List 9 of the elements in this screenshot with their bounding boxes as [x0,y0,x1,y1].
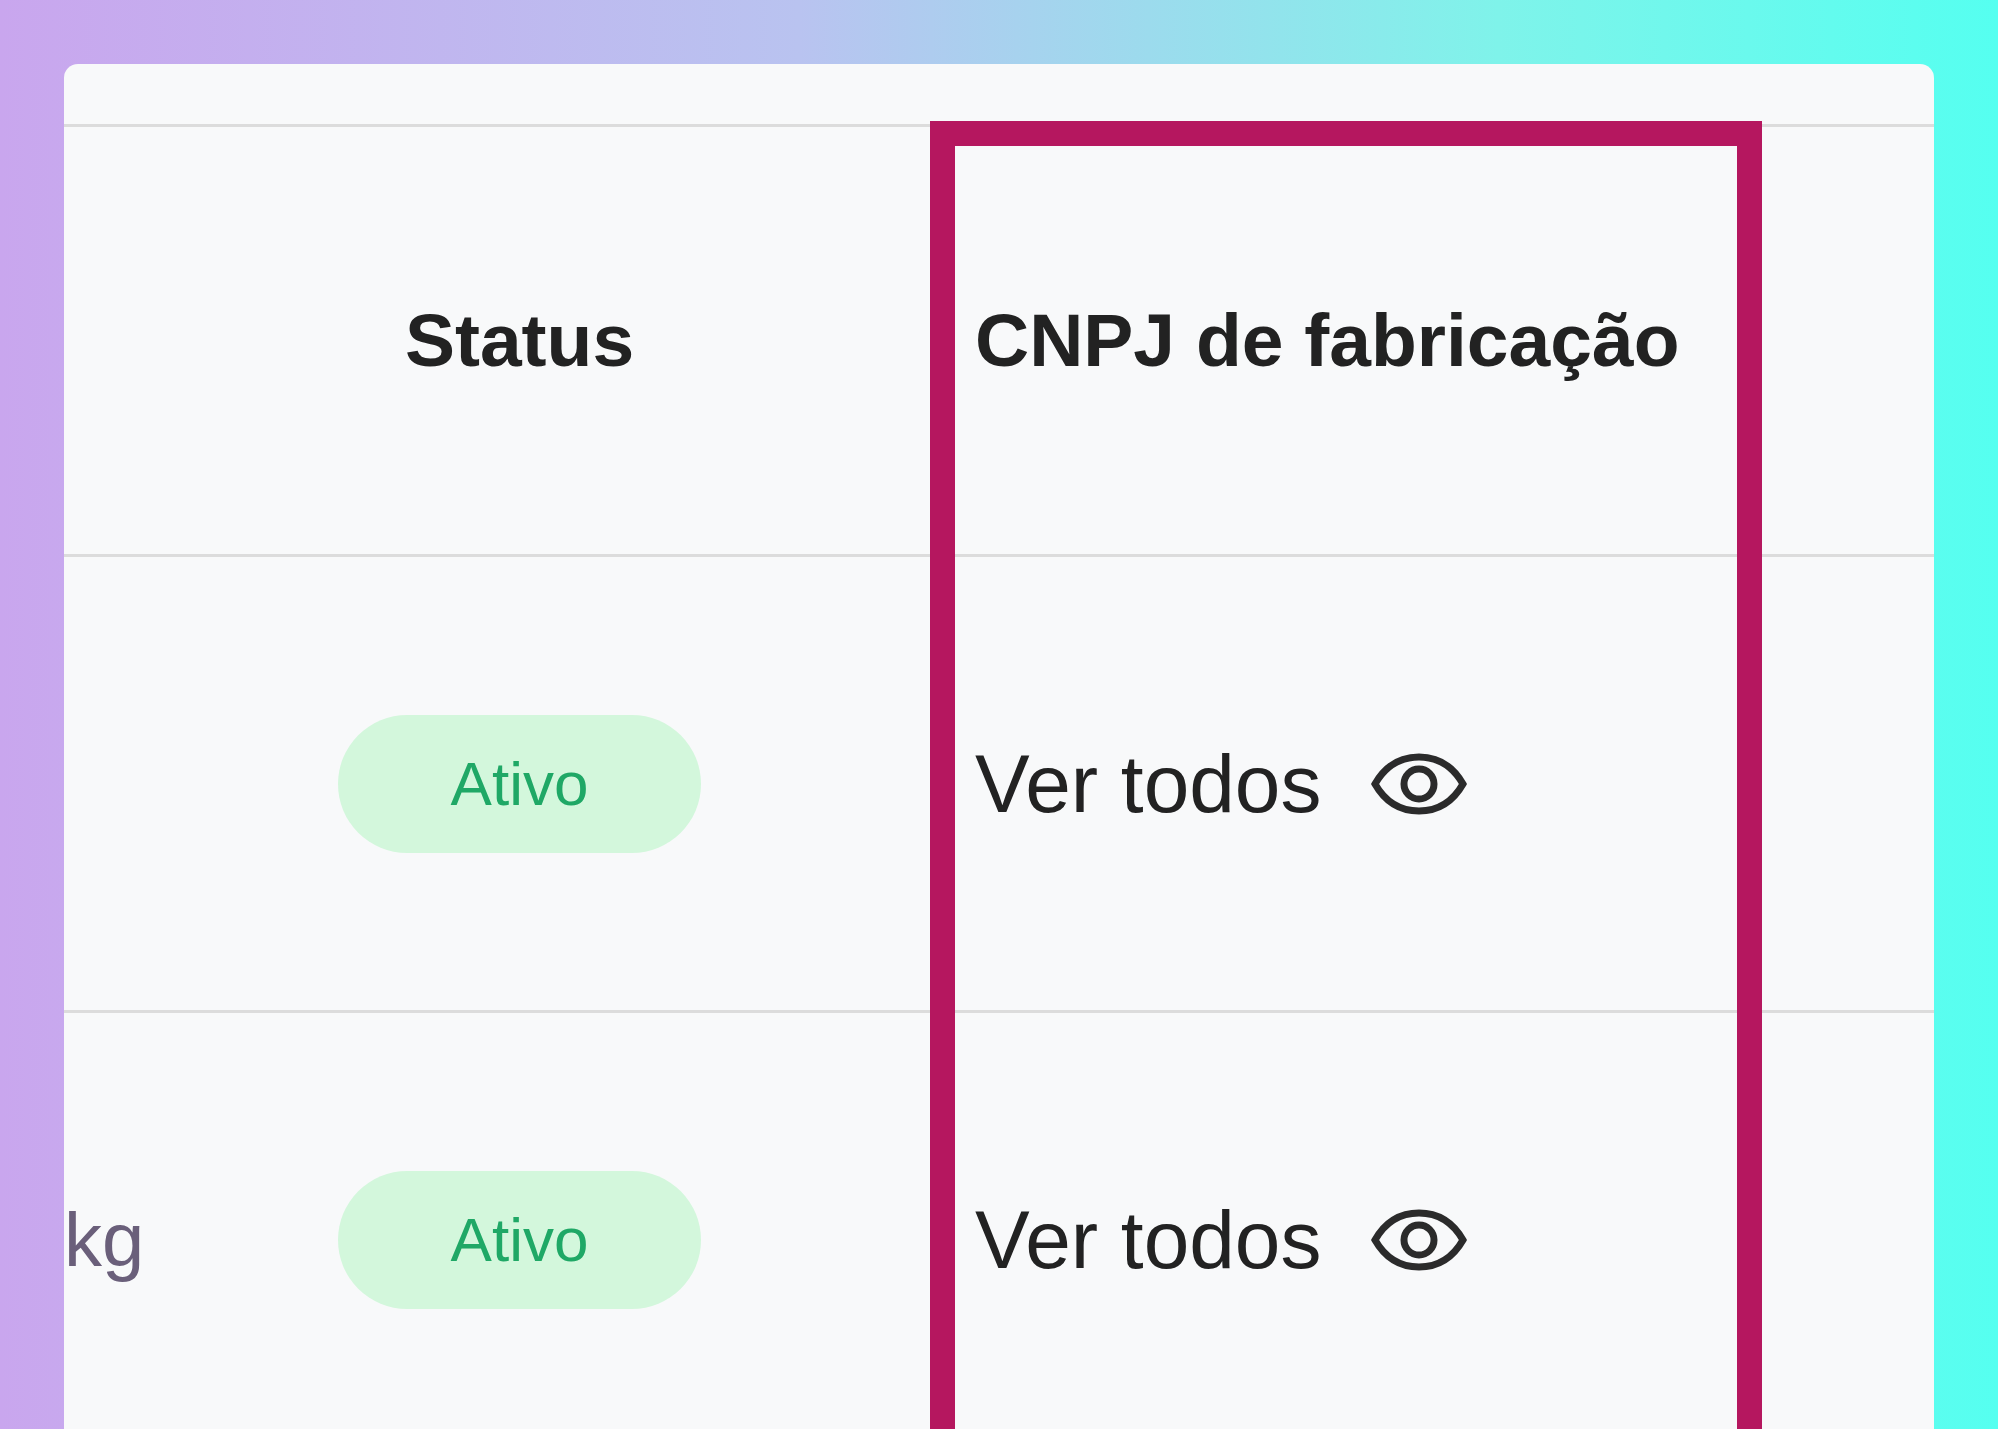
status-badge: Ativo [338,1170,701,1309]
eye-icon[interactable] [1371,1208,1468,1271]
eye-icon[interactable] [1371,752,1468,815]
view-all-link[interactable]: Ver todos [955,1178,1322,1301]
column-header: Status [404,297,635,385]
status-badge: Ativo [338,714,701,853]
view-all-link[interactable]: Ver todos [955,722,1322,845]
column-header: CNPJ de fabricação [974,297,1680,385]
table-cell-text: kg [64,1195,145,1284]
